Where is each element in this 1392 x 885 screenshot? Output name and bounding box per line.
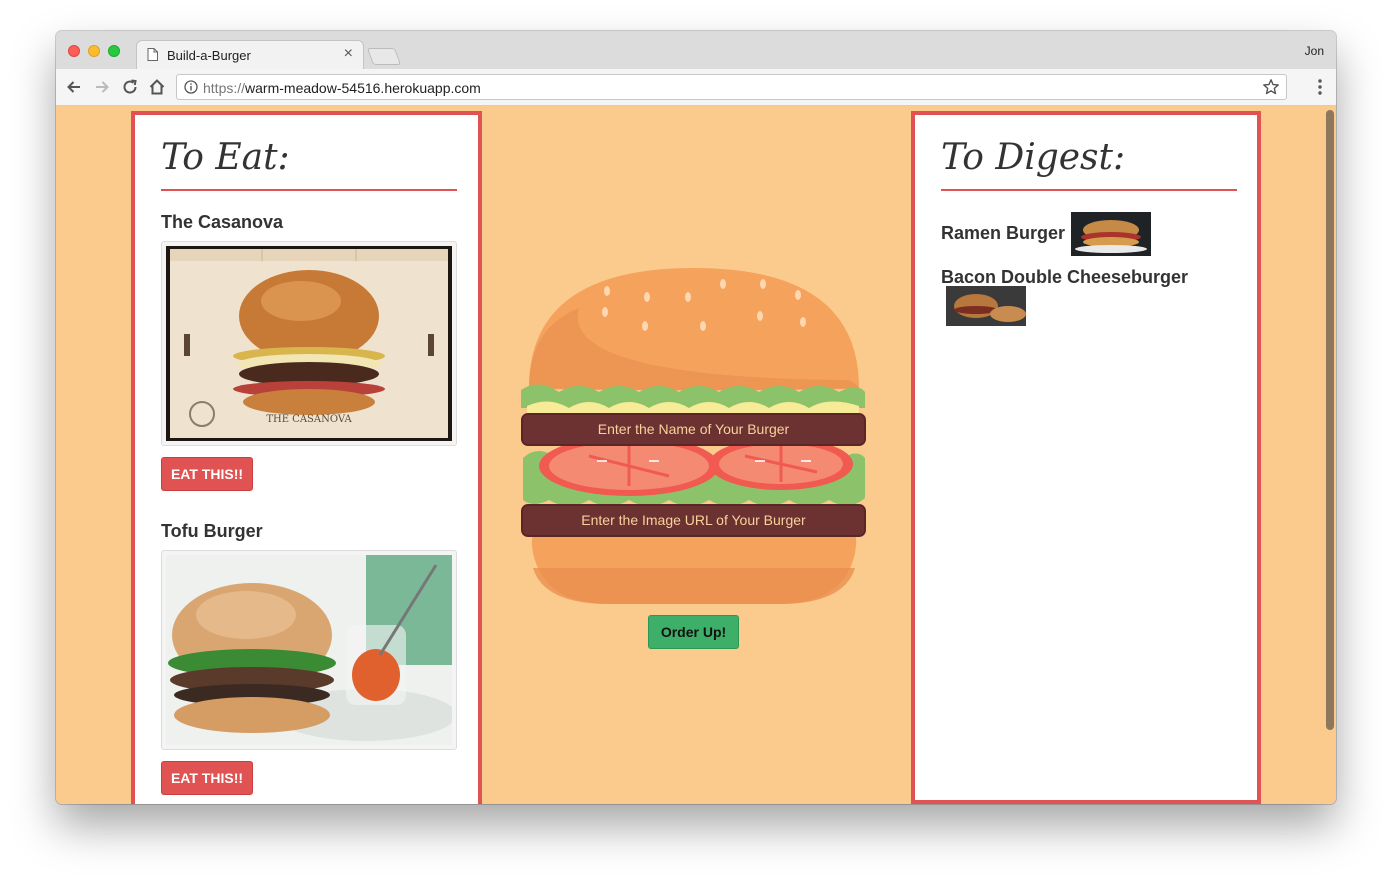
browser-tab[interactable]: Build-a-Burger × <box>136 40 364 69</box>
to-digest-panel: To Digest: Ramen Burger Bacon Double Che… <box>911 111 1261 804</box>
page-scrollbar[interactable] <box>1326 110 1334 730</box>
profile-name[interactable]: Jon <box>1305 44 1324 58</box>
browser-toolbar: https://warm-meadow-54516.herokuapp.com <box>56 69 1336 106</box>
to-eat-panel: To Eat: The Casanova THE CASANOVA EAT TH… <box>131 111 482 804</box>
new-tab-button[interactable] <box>366 48 402 65</box>
reload-icon[interactable] <box>121 78 139 96</box>
to-eat-title: To Eat: <box>161 137 290 178</box>
minimize-window-button[interactable] <box>88 45 100 57</box>
order-up-button[interactable]: Order Up! <box>648 615 739 649</box>
burger-name: The Casanova <box>161 212 284 232</box>
digested-burger-image-ramen <box>1071 212 1151 256</box>
digested-burger-name: Ramen Burger <box>941 223 1066 243</box>
more-menu-icon[interactable] <box>1318 79 1322 95</box>
address-bar[interactable]: https://warm-meadow-54516.herokuapp.com <box>176 74 1287 100</box>
page-icon <box>147 48 158 61</box>
eat-this-button[interactable]: EAT THIS!! <box>161 457 253 491</box>
url-text: https://warm-meadow-54516.herokuapp.com <box>203 80 481 96</box>
to-eat-divider <box>161 189 457 191</box>
casanova-image-caption: THE CASANOVA <box>266 414 352 425</box>
tab-strip: Build-a-Burger × Jon <box>56 31 1336 69</box>
zoom-window-button[interactable] <box>108 45 120 57</box>
back-icon[interactable] <box>65 78 83 96</box>
page-viewport: To Eat: The Casanova THE CASANOVA EAT TH… <box>56 106 1336 804</box>
burger-name: Tofu Burger <box>161 521 263 541</box>
to-digest-title: To Digest: <box>941 137 1126 178</box>
to-digest-divider <box>941 189 1237 191</box>
digested-burger-name: Bacon Double Cheeseburger <box>941 267 1189 287</box>
burger-name-input[interactable]: Enter the Name of Your Burger <box>521 413 866 446</box>
bookmark-star-icon[interactable] <box>1262 78 1280 96</box>
close-window-button[interactable] <box>68 45 80 57</box>
tab-title: Build-a-Burger <box>167 48 251 63</box>
tab-close-icon[interactable]: × <box>344 45 353 63</box>
info-icon[interactable] <box>184 80 198 94</box>
digested-burger-image-bacon <box>946 286 1026 326</box>
browser-window: Build-a-Burger × Jon https://warm-meadow… <box>56 31 1336 804</box>
burger-image-tofu <box>161 550 457 750</box>
burger-image-casanova: THE CASANOVA <box>161 241 457 446</box>
home-icon[interactable] <box>148 78 166 96</box>
eat-this-button[interactable]: EAT THIS!! <box>161 761 253 795</box>
forward-icon[interactable] <box>93 78 111 96</box>
burger-image-url-input[interactable]: Enter the Image URL of Your Burger <box>521 504 866 537</box>
